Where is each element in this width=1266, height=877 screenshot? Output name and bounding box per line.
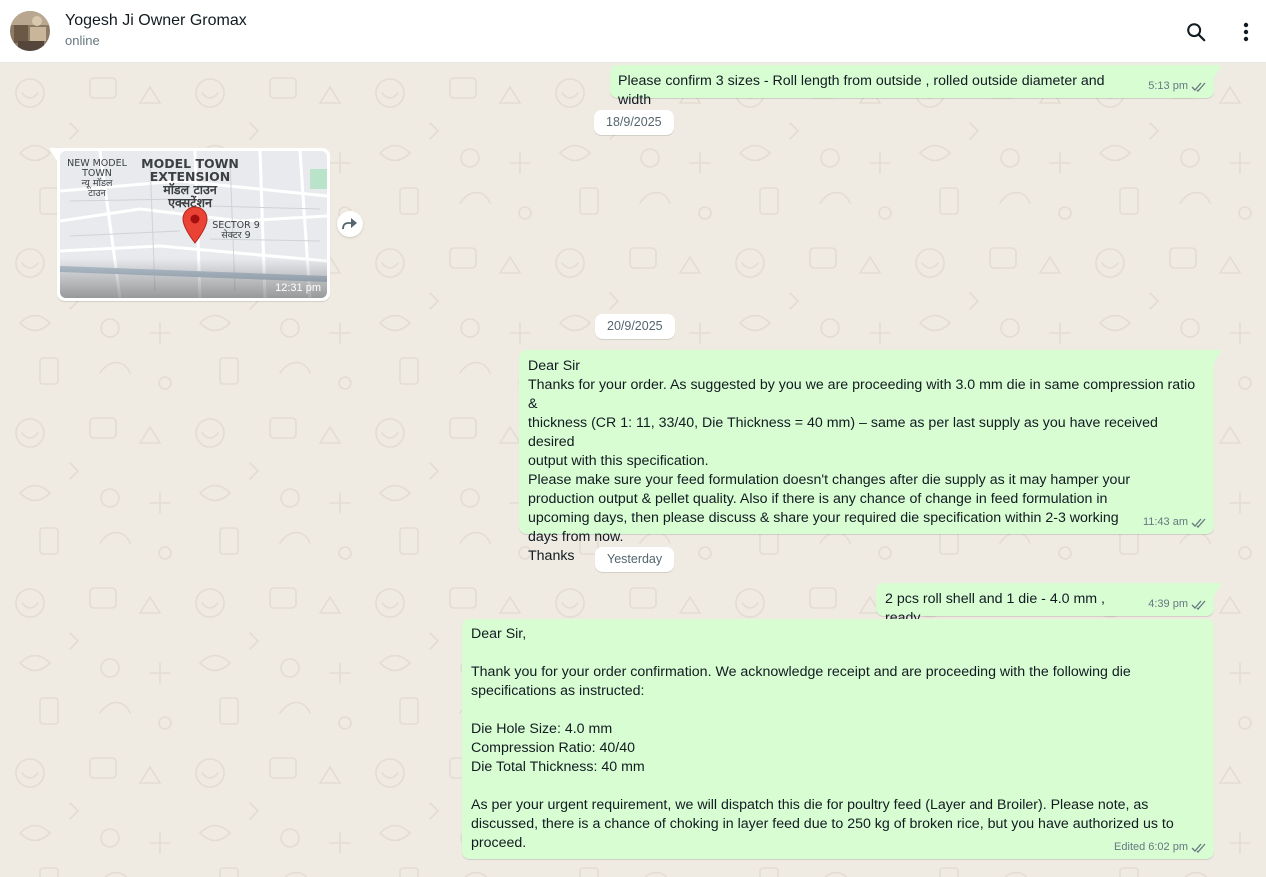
date-label: 18/9/2025 xyxy=(606,115,662,129)
forward-icon xyxy=(342,218,357,230)
message-text: Dear Sir, Thank you for your order confi… xyxy=(471,626,1174,851)
more-vertical-icon xyxy=(1243,22,1249,41)
chat-header: Yogesh Ji Owner Gromax online xyxy=(0,0,1266,63)
message-time: 6:02 pm xyxy=(1148,841,1188,853)
edited-label: Edited xyxy=(1114,841,1146,853)
avatar[interactable] xyxy=(10,11,50,51)
header-actions xyxy=(1176,0,1266,63)
map-label-hindi: सेक्टर 9 xyxy=(221,230,251,241)
message-bubble-outgoing[interactable]: Please confirm 3 sizes - Roll length fro… xyxy=(610,65,1222,108)
message-time: 11:43 am xyxy=(1142,516,1188,528)
date-divider: 20/9/2025 xyxy=(595,314,675,339)
message-bubble-outgoing[interactable]: Dear Sir, Thank you for your order confi… xyxy=(462,619,1214,859)
location-pin-icon xyxy=(182,206,208,244)
message-meta: Edited 6:02 pm xyxy=(1114,840,1207,855)
contact-status: online xyxy=(65,33,100,48)
date-divider: Yesterday xyxy=(595,547,675,572)
message-meta: 11:43 am xyxy=(1143,515,1207,530)
message-bubble-outgoing[interactable]: 2 pcs roll shell and 1 die - 4.0 mm , re… xyxy=(876,583,1222,626)
message-time: 5:13 pm xyxy=(1148,80,1188,92)
message-text: Dear Sir Thanks for your order. As sugge… xyxy=(528,358,1196,564)
date-label: Yesterday xyxy=(607,552,663,566)
date-label: 20/9/2025 xyxy=(607,319,663,333)
double-check-icon xyxy=(1191,842,1207,853)
forward-button[interactable] xyxy=(337,211,363,237)
message-bubble-outgoing[interactable]: Dear Sir Thanks for your order. As sugge… xyxy=(519,350,1222,564)
message-time: 12:31 pm xyxy=(275,282,321,294)
double-check-icon xyxy=(1191,81,1207,92)
message-meta: 5:13 pm xyxy=(1148,79,1207,94)
message-text: Please confirm 3 sizes - Roll length fro… xyxy=(618,73,1109,108)
location-map[interactable]: NEW MODEL TOWN न्यू मॉडल टाउन MODEL TOWN… xyxy=(60,151,327,298)
double-check-icon xyxy=(1191,517,1207,528)
menu-button[interactable] xyxy=(1226,12,1266,52)
contact-info[interactable]: Yogesh Ji Owner Gromax online xyxy=(65,11,247,51)
map-label-hindi: टाउन xyxy=(88,188,106,199)
double-check-icon xyxy=(1191,599,1207,610)
message-meta: 4:39 pm xyxy=(1148,597,1207,612)
search-button[interactable] xyxy=(1176,12,1216,52)
contact-name: Yogesh Ji Owner Gromax xyxy=(65,12,247,29)
location-message[interactable]: NEW MODEL TOWN न्यू मॉडल टाउन MODEL TOWN… xyxy=(49,148,330,301)
date-divider: 18/9/2025 xyxy=(594,110,674,135)
search-icon xyxy=(1187,22,1206,41)
chat-panel[interactable]: Please confirm 3 sizes - Roll length fro… xyxy=(0,63,1266,877)
message-time: 4:39 pm xyxy=(1148,598,1188,610)
